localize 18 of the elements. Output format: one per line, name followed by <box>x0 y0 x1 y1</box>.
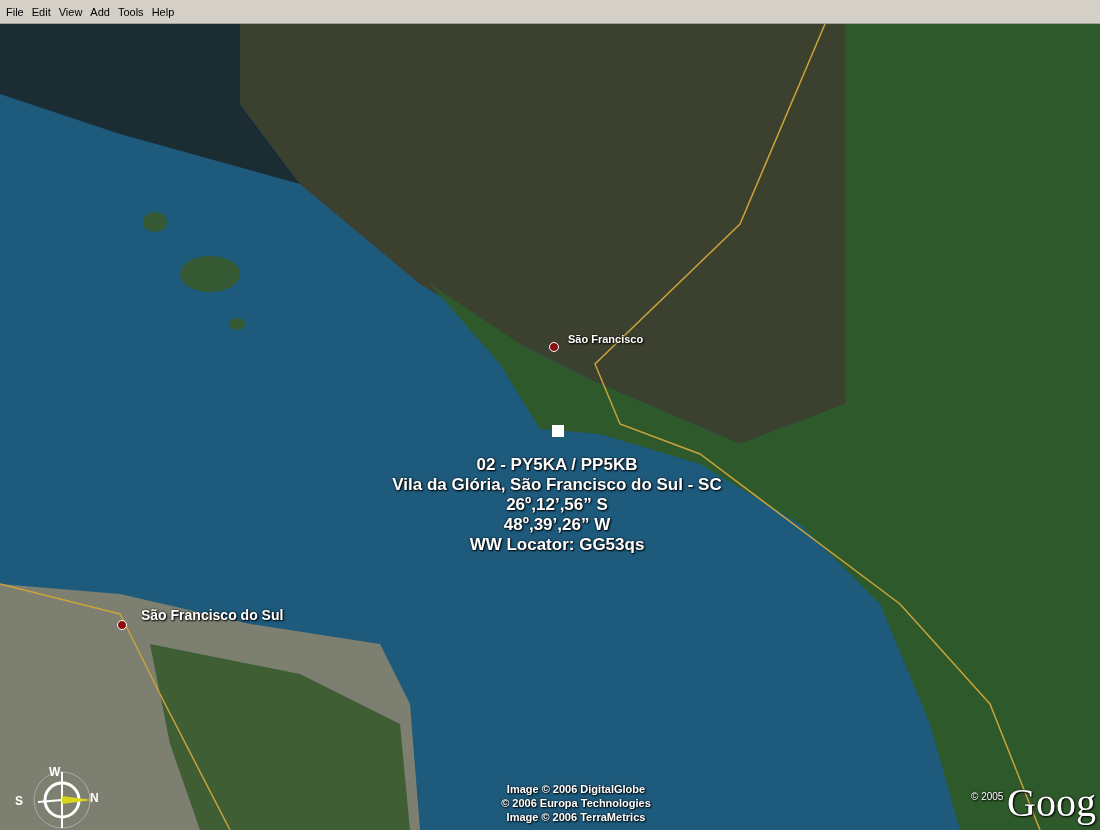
attribution-text: © 2006 Europa Technologies <box>501 796 651 810</box>
placemark-caption: 26º,12’,56” S <box>506 495 608 515</box>
placemark-caption: WW Locator: GG53qs <box>469 535 645 555</box>
attribution-text: Image © 2006 DigitalGlobe <box>506 782 646 796</box>
menu-item[interactable]: File <box>2 3 28 20</box>
menu-item[interactable]: Help <box>147 3 179 20</box>
placemark-caption: Vila da Glória, São Francisco do Sul - SC <box>392 475 722 495</box>
menu-item[interactable]: View <box>54 3 87 20</box>
logo-copyright: © 2005 <box>971 790 1004 804</box>
placemark-caption: 48º,39’,26” W <box>503 515 611 535</box>
placemark-caption: 02 - PY5KA / PP5KB <box>476 455 638 475</box>
menu-item[interactable]: Edit <box>27 3 55 20</box>
compass-letter: W <box>49 766 61 778</box>
menu-item[interactable]: Tools <box>113 3 148 20</box>
compass-letter: S <box>15 795 23 807</box>
attribution-text: Image © 2006 TerraMetrics <box>506 810 646 824</box>
compass-letter: N <box>90 792 99 804</box>
menu-item[interactable]: Add <box>86 3 114 20</box>
